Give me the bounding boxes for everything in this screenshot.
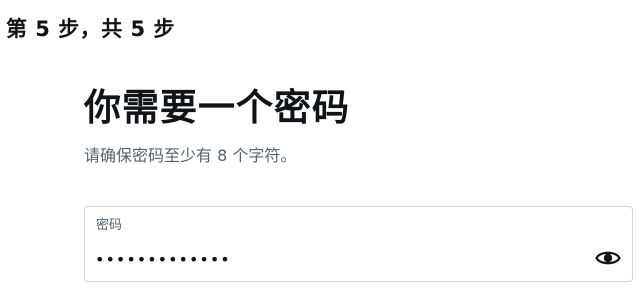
password-input[interactable] <box>95 245 575 273</box>
step-indicator: 第 5 步，共 5 步 <box>6 17 175 41</box>
page-subtitle: 请确保密码至少有 8 个字符。 <box>84 146 297 165</box>
page-title: 你需要一个密码 <box>84 86 350 129</box>
password-field-label: 密码 <box>96 218 123 233</box>
show-password-button[interactable] <box>594 245 622 271</box>
eye-icon <box>595 248 621 268</box>
password-field[interactable]: 密码 <box>84 206 633 282</box>
